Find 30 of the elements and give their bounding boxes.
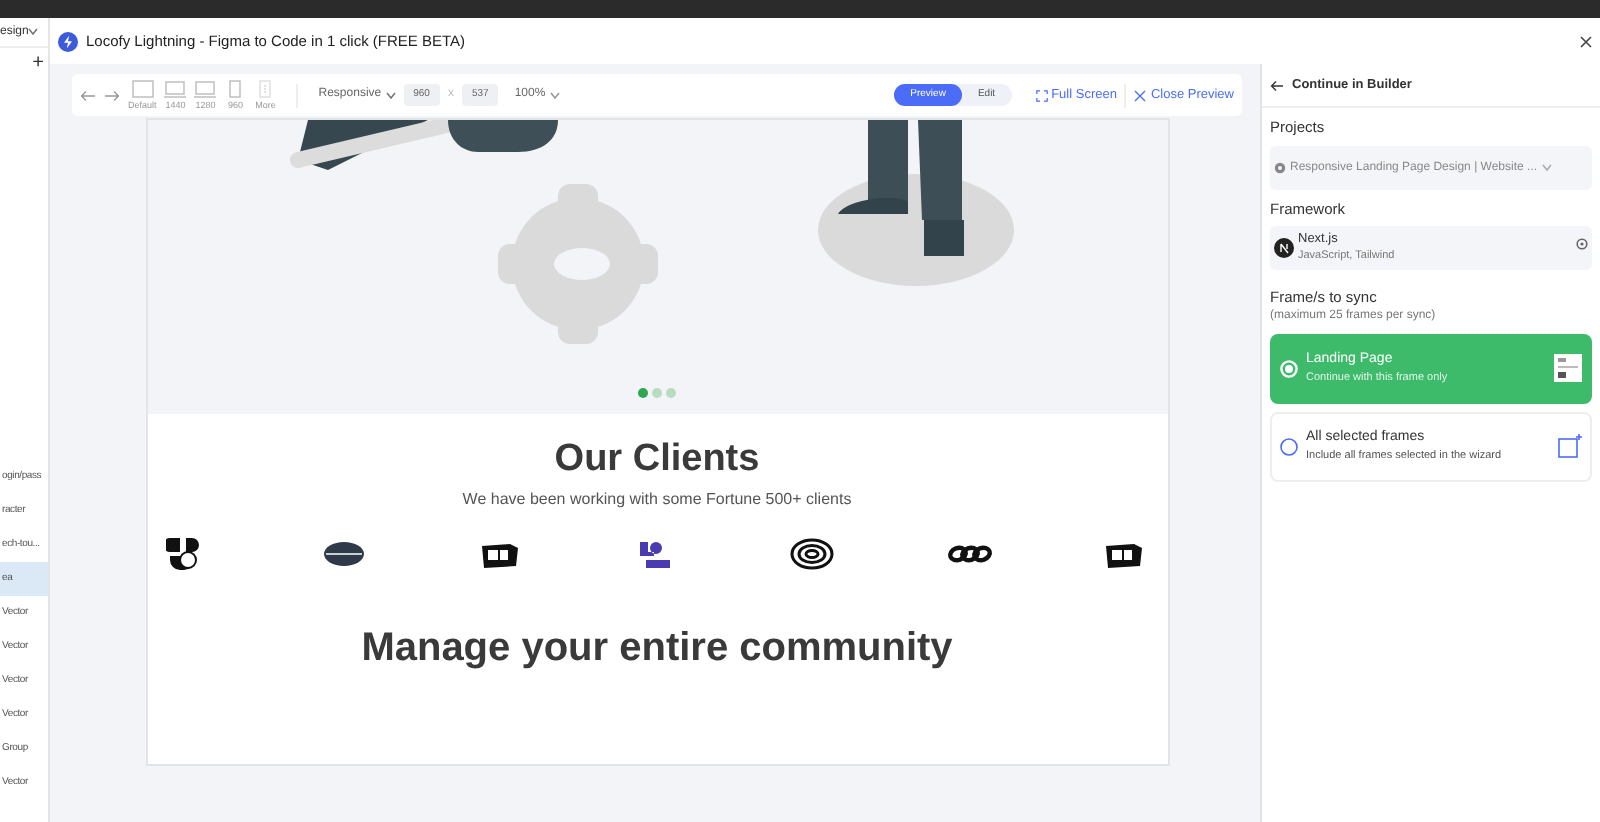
back-arrow-icon[interactable] [1270, 79, 1284, 91]
carousel-dot[interactable] [638, 388, 648, 398]
frame-icon [1558, 434, 1582, 459]
carousel-dot[interactable] [652, 388, 662, 398]
close-icon[interactable] [1580, 35, 1592, 48]
radio-icon [1280, 359, 1298, 378]
carousel-dot[interactable] [666, 388, 676, 398]
radio-icon [1280, 437, 1298, 456]
chevron-down-icon [28, 28, 39, 36]
client-logo [789, 535, 837, 572]
section-heading: Our Clients [554, 438, 760, 484]
section-subtitle: We have been working with some Fortune 500+ clients [462, 487, 852, 512]
forward-arrow-icon[interactable] [104, 89, 120, 101]
frame-thumbnail [1554, 354, 1582, 383]
chevron-down-icon [549, 91, 560, 99]
more-icon [254, 79, 277, 98]
expand-icon [1035, 89, 1048, 101]
settings-icon [1576, 238, 1588, 251]
chevron-down-icon [1541, 164, 1552, 173]
framework-logo-icon [1274, 237, 1294, 257]
laptop-icon [164, 79, 187, 98]
bolt-icon [58, 31, 78, 51]
section-heading: Manage your entire community [361, 623, 953, 672]
chevron-down-icon [385, 91, 396, 99]
close-icon [1134, 89, 1147, 101]
add-button[interactable]: + [32, 52, 44, 74]
tablet-icon [224, 79, 247, 98]
gear-icon [1274, 162, 1286, 175]
laptop-icon [194, 79, 217, 98]
monitor-icon [131, 79, 154, 98]
